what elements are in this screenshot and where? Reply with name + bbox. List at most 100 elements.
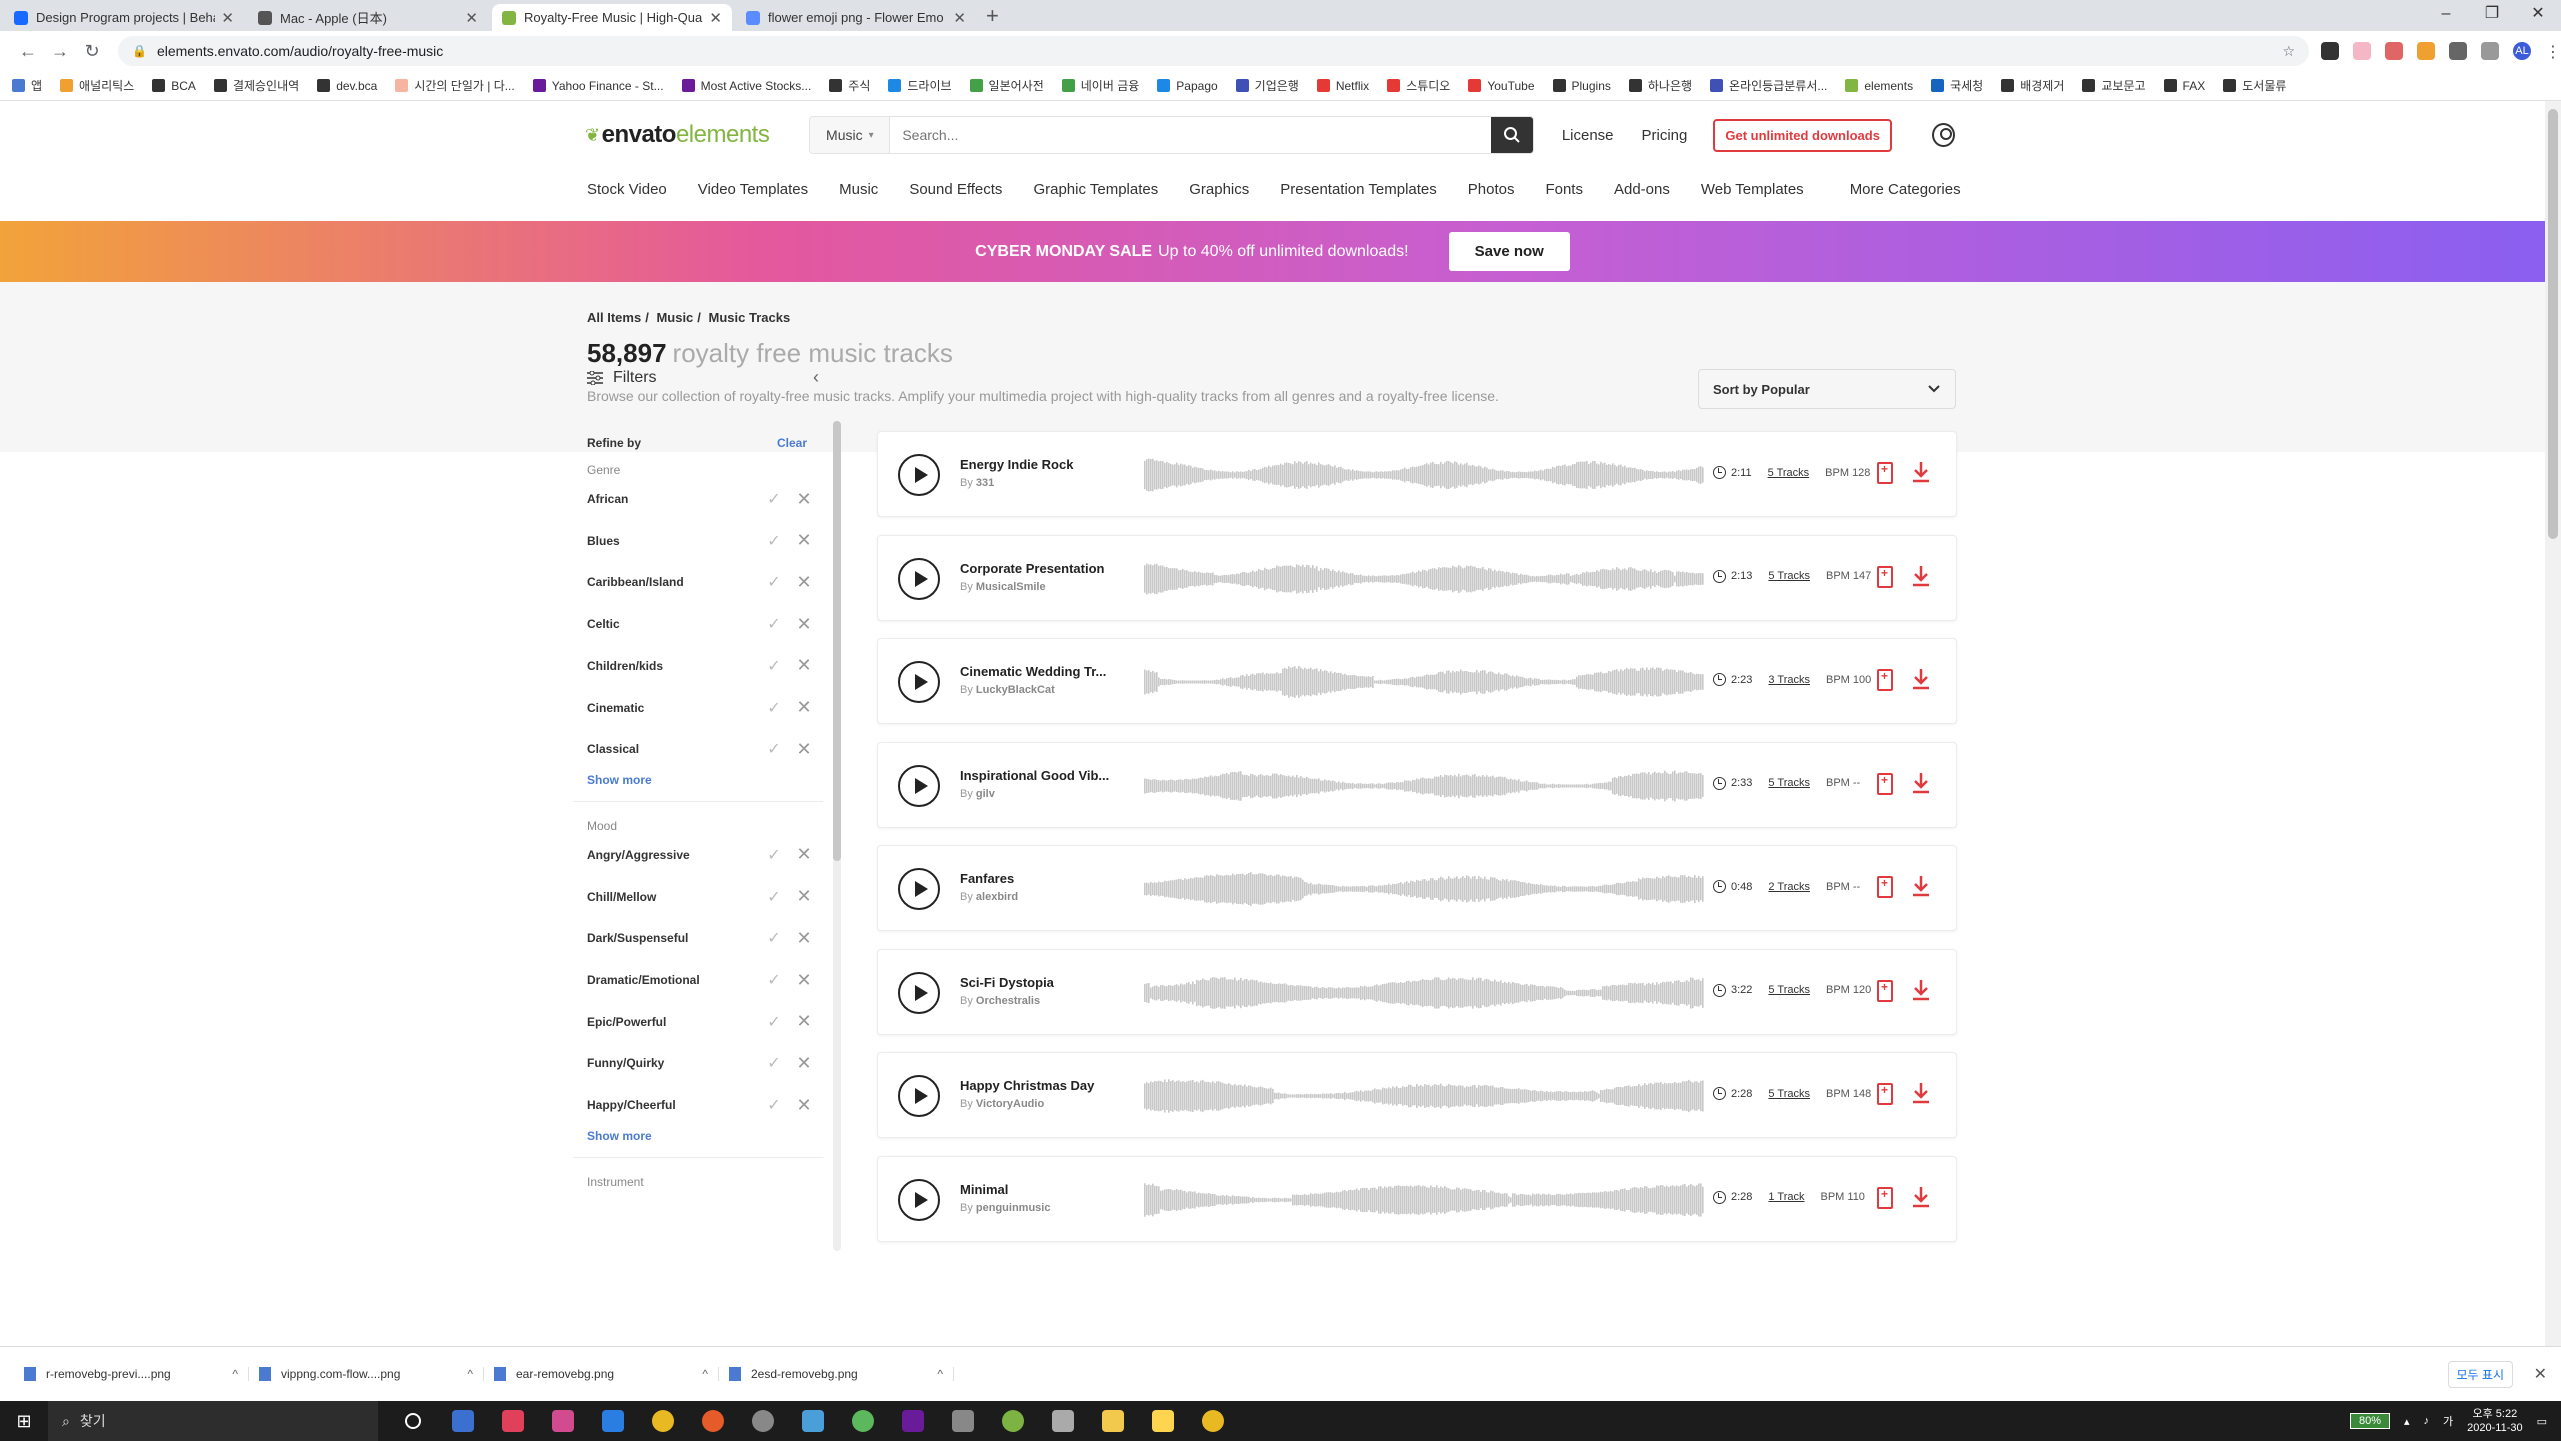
author-name[interactable]: gilv [976,788,995,800]
bookmark-item[interactable]: 배경제거 [2001,77,2064,94]
app-icon[interactable] [1038,1401,1088,1441]
app-icon[interactable] [888,1401,938,1441]
bookmark-item[interactable]: 네이버 금융 [1061,77,1139,94]
check-icon[interactable]: ✓ [759,698,789,718]
bookmark-item[interactable]: 결제승인내역 [213,77,299,94]
filter-option[interactable]: Caribbean/Island ✓ ✕ [587,572,819,592]
track-title[interactable]: Sci-Fi Dystopia [960,975,1054,990]
play-button[interactable] [898,1075,940,1117]
play-button[interactable] [898,971,940,1014]
exclude-icon[interactable]: ✕ [789,1011,819,1032]
bookmark-item[interactable]: FAX [2163,79,2205,93]
download-icon[interactable] [1910,771,1932,795]
browser-tab[interactable]: Royalty-Free Music | High-Qua ✕ [492,4,732,31]
notification-icon[interactable]: ▭ [2537,1415,2547,1428]
check-icon[interactable]: ✓ [759,928,789,948]
filters-scrollbar[interactable] [833,421,841,1251]
app-icon[interactable] [1138,1401,1188,1441]
reload-icon[interactable]: ↻ [76,41,108,62]
waveform-container[interactable] [1144,1180,1704,1220]
bookmark-item[interactable]: Papago [1157,79,1218,93]
filter-option[interactable]: Chill/Mellow ✓ ✕ [587,886,819,907]
play-button[interactable] [898,764,940,807]
chevron-up-icon[interactable]: ^ [467,1367,473,1381]
filter-option[interactable]: Blues ✓ ✕ [587,530,819,551]
star-icon[interactable]: ☆ [2282,43,2295,60]
add-to-collection-icon[interactable] [1877,772,1893,795]
check-icon[interactable]: ✓ [759,1012,789,1032]
forward-icon[interactable]: → [44,41,76,62]
exclude-icon[interactable]: ✕ [789,844,819,865]
category-link[interactable]: Music [839,181,878,198]
show-more-moods-link[interactable]: Show more [587,1129,652,1143]
play-button[interactable] [898,868,940,910]
filter-option[interactable]: Dark/Suspenseful ✓ ✕ [587,928,819,948]
volume-icon[interactable]: ♪ [2424,1415,2430,1427]
breadcrumb-music[interactable]: Music [656,310,693,325]
download-item[interactable]: r-removebg-previ....png ^ [14,1367,249,1381]
waveform[interactable] [1144,1180,1704,1220]
track-count-link[interactable]: 5 Tracks [1768,1088,1810,1100]
bookmark-item[interactable]: elements [1845,79,1913,93]
page-scrollbar[interactable] [2545,101,2561,1346]
waveform-container[interactable] [1144,559,1704,599]
exclude-icon[interactable]: ✕ [789,697,819,718]
bookmark-item[interactable]: 국세청 [1931,77,1983,94]
get-unlimited-button[interactable]: Get unlimited downloads [1713,118,1892,152]
check-icon[interactable]: ✓ [759,845,789,865]
bookmark-item[interactable]: 하나은행 [1628,77,1692,94]
exclude-icon[interactable]: ✕ [789,886,819,907]
chevron-up-icon[interactable]: ^ [937,1367,943,1381]
search-button[interactable] [1490,117,1533,153]
waveform[interactable] [1144,1076,1704,1116]
exclude-icon[interactable]: ✕ [789,928,819,949]
app-icon[interactable] [538,1401,588,1441]
track-title[interactable]: Corporate Presentation [960,561,1104,576]
bookmark-item[interactable]: 일본어사전 [969,77,1044,94]
waveform[interactable] [1144,869,1704,909]
track-title[interactable]: Cinematic Wedding Tr... [960,664,1106,679]
add-to-collection-icon[interactable] [1877,669,1893,691]
category-link[interactable]: Stock Video [587,181,667,198]
close-tab-icon[interactable]: ✕ [709,9,722,27]
close-tab-icon[interactable]: ✕ [221,9,234,27]
filter-option[interactable]: Funny/Quirky ✓ ✕ [587,1053,819,1073]
close-tab-icon[interactable]: ✕ [465,9,478,27]
search-category-select[interactable]: Music ▾ [810,117,891,153]
play-button[interactable] [898,454,940,496]
chevron-up-icon[interactable]: ^ [702,1367,708,1381]
menu-icon[interactable]: ⋮ [2545,42,2561,61]
app-icon[interactable] [788,1401,838,1441]
browser-tab[interactable]: Mac - Apple (日本) ✕ [248,4,488,31]
track-count-link[interactable]: 5 Tracks [1768,467,1810,479]
close-tab-icon[interactable]: ✕ [953,9,966,27]
app-icon[interactable] [938,1401,988,1441]
waveform-container[interactable] [1144,1076,1704,1116]
bookmark-item[interactable]: dev.bca [317,79,377,93]
track-count-link[interactable]: 5 Tracks [1768,570,1810,582]
waveform-container[interactable] [1144,973,1704,1013]
play-button[interactable] [898,661,940,703]
extension-icon[interactable] [2385,42,2403,60]
network-icon[interactable]: ▴ [2404,1415,2410,1428]
track-count-link[interactable]: 2 Tracks [1768,881,1810,893]
profile-avatar[interactable]: AL [2513,42,2531,60]
bookmark-item[interactable]: 앱 [12,77,42,94]
download-item[interactable]: vippng.com-flow....png ^ [249,1367,484,1381]
ime-icon[interactable]: 가 [2443,1413,2453,1429]
license-link[interactable]: License [1562,127,1614,144]
bookmark-item[interactable]: 교보문고 [2082,77,2146,94]
bookmark-item[interactable]: Yahoo Finance - St... [532,79,664,93]
category-link[interactable]: Graphic Templates [1033,181,1158,198]
taskbar-clock[interactable]: 오후 5:22 2020-11-30 [2467,1407,2522,1435]
bookmark-item[interactable]: 온라인등급분류서... [1710,77,1827,94]
cortana-icon[interactable] [388,1401,438,1441]
check-icon[interactable]: ✓ [759,1053,789,1073]
exclude-icon[interactable]: ✕ [789,614,819,635]
extension-icon[interactable] [2353,42,2371,60]
category-link[interactable]: Graphics [1189,181,1249,198]
waveform[interactable] [1144,455,1704,495]
check-icon[interactable]: ✓ [759,614,789,634]
waveform[interactable] [1144,766,1704,806]
waveform-container[interactable] [1144,869,1704,909]
